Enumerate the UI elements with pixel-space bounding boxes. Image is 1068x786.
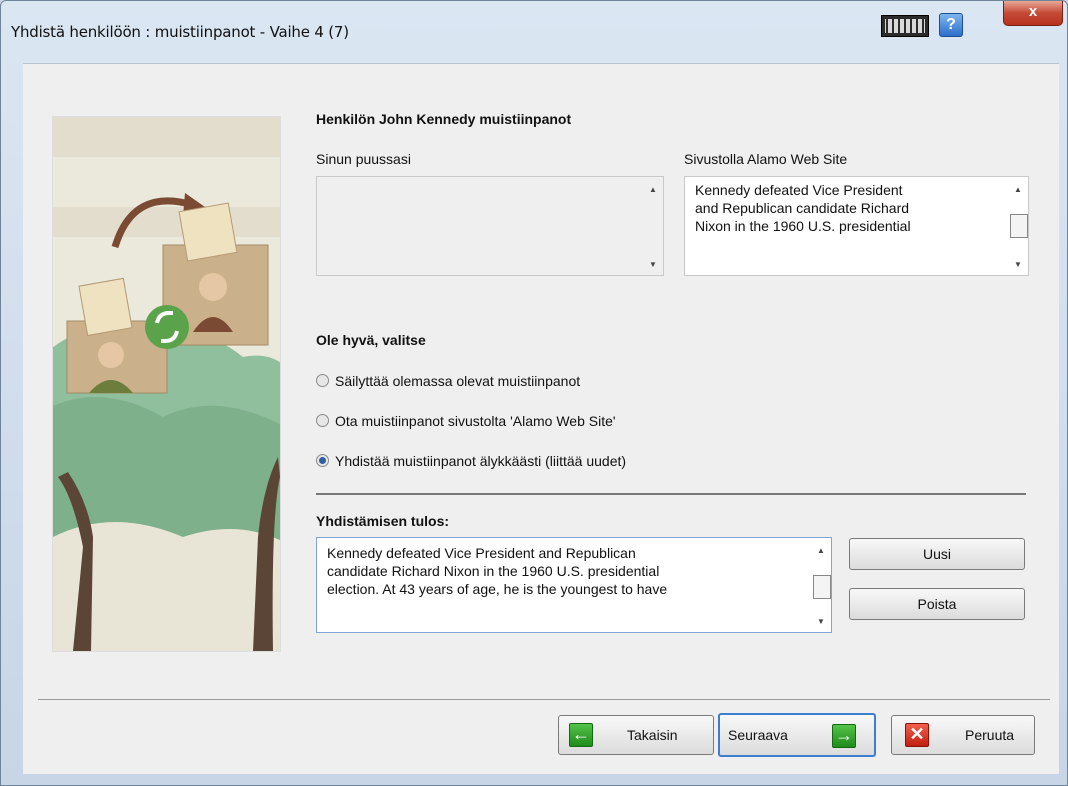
option-take-from-site[interactable]: Ota muistiinpanot sivustolta 'Alamo Web …	[316, 413, 616, 429]
site-notes-text: Kennedy defeated Vice President and Repu…	[695, 181, 911, 235]
new-button[interactable]: Uusi	[849, 538, 1025, 570]
arrow-left-icon: ←	[569, 723, 593, 747]
scroll-up-icon[interactable]: ▲	[1014, 185, 1022, 194]
scroll-thumb[interactable]	[813, 575, 831, 599]
cancel-button-label: Peruuta	[965, 727, 1015, 743]
site-notes-box[interactable]: Kennedy defeated Vice President and Repu…	[684, 176, 1029, 276]
delete-button[interactable]: Poista	[849, 588, 1025, 620]
your-tree-label: Sinun puussasi	[316, 151, 411, 167]
merge-illustration	[52, 116, 281, 652]
result-heading: Yhdistämisen tulos:	[316, 513, 450, 529]
result-notes-box[interactable]: Kennedy defeated Vice President and Repu…	[316, 537, 832, 633]
notes-heading: Henkilön John Kennedy muistiinpanot	[316, 111, 572, 127]
scroll-down-icon[interactable]: ▼	[649, 260, 657, 269]
section-divider	[316, 493, 1026, 495]
result-notes-text: Kennedy defeated Vice President and Repu…	[327, 544, 667, 598]
result-notes-line: candidate Richard Nixon in the 1960 U.S.…	[327, 563, 660, 579]
scroll-up-icon[interactable]: ▲	[649, 185, 657, 194]
window-title: Yhdistä henkilöön : muistiinpanot - Vaih…	[11, 23, 349, 41]
radio-button-selected[interactable]	[316, 454, 329, 467]
back-button[interactable]: ← Takaisin	[558, 715, 714, 755]
your-tree-notes-scrollbar[interactable]: ▲ ▼	[645, 177, 663, 275]
site-notes-line: and Republican candidate Richard	[695, 200, 910, 216]
site-notes-line: Kennedy defeated Vice President	[695, 182, 903, 198]
scroll-down-icon[interactable]: ▼	[1014, 260, 1022, 269]
result-notes-line: Kennedy defeated Vice President and Repu…	[327, 545, 636, 561]
close-x-icon: ✕	[905, 723, 929, 747]
dialog-content: Henkilön John Kennedy muistiinpanot Sinu…	[23, 63, 1059, 774]
keyboard-icon[interactable]	[881, 15, 929, 37]
delete-button-label: Poista	[917, 596, 957, 612]
radio-button[interactable]	[316, 414, 329, 427]
option-label: Ota muistiinpanot sivustolta 'Alamo Web …	[335, 413, 616, 429]
site-notes-scrollbar[interactable]: ▲ ▼	[1010, 177, 1028, 275]
scroll-thumb[interactable]	[1010, 214, 1028, 238]
choice-heading: Ole hyvä, valitse	[316, 332, 426, 348]
dialog-window: Yhdistä henkilöön : muistiinpanot - Vaih…	[0, 0, 1068, 786]
option-label: Yhdistää muistiinpanot älykkäästi (liitt…	[335, 453, 627, 469]
result-notes-scrollbar[interactable]: ▲ ▼	[813, 538, 831, 632]
site-label: Sivustolla Alamo Web Site	[684, 151, 848, 167]
new-button-label: Uusi	[922, 546, 951, 562]
site-notes-line: Nixon in the 1960 U.S. presidential	[695, 218, 911, 234]
your-tree-notes-box[interactable]: ▲ ▼	[316, 176, 664, 276]
radio-button[interactable]	[316, 374, 329, 387]
next-button[interactable]: Seuraava →	[718, 713, 876, 757]
result-notes-line: election. At 43 years of age, he is the …	[327, 581, 668, 597]
option-label: Säilyttää olemassa olevat muistiinpanot	[335, 373, 581, 389]
title-bar: Yhdistä henkilöön : muistiinpanot - Vaih…	[1, 1, 1067, 63]
option-keep-existing[interactable]: Säilyttää olemassa olevat muistiinpanot	[316, 373, 580, 389]
help-button[interactable]: ?	[939, 13, 963, 37]
arrow-right-icon: →	[832, 724, 856, 748]
next-button-label: Seuraava	[728, 727, 788, 743]
scroll-down-icon[interactable]: ▼	[817, 617, 825, 626]
back-button-label: Takaisin	[627, 727, 678, 743]
footer-divider	[38, 699, 1050, 700]
cancel-button[interactable]: ✕ Peruuta	[891, 715, 1035, 755]
scroll-up-icon[interactable]: ▲	[817, 546, 825, 555]
option-smart-merge[interactable]: Yhdistää muistiinpanot älykkäästi (liitt…	[316, 453, 626, 469]
close-button[interactable]: x	[1003, 1, 1063, 26]
